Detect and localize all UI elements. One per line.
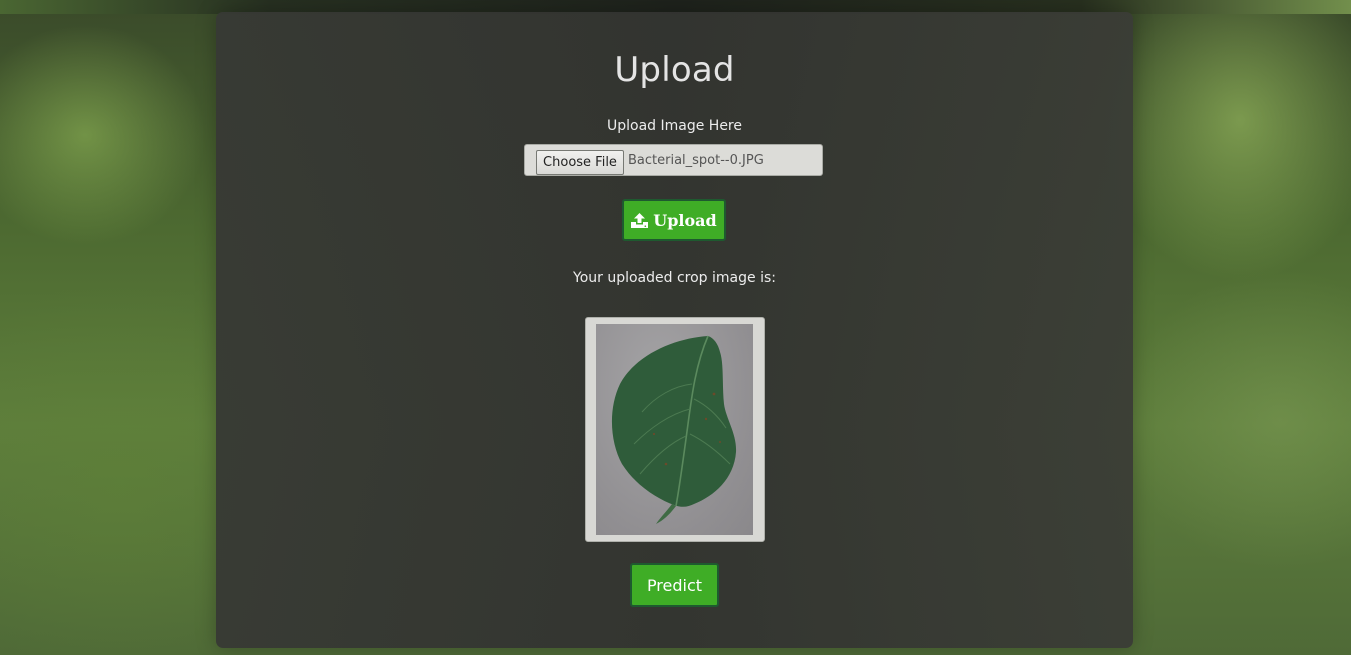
predict-button[interactable]: Predict [630,563,719,607]
upload-icon [631,212,649,228]
upload-panel: Upload Upload Image Here Choose File Bac… [216,12,1133,648]
page-title: Upload [614,50,735,90]
file-input[interactable]: Choose File Bacterial_spot--0.JPG [524,144,823,176]
upload-button[interactable]: Upload [622,199,726,241]
upload-button-label: Upload [653,210,717,230]
selected-file-name: Bacterial_spot--0.JPG [628,153,764,168]
upload-image-label: Upload Image Here [606,118,742,134]
uploaded-image-frame [585,317,765,542]
choose-file-button[interactable]: Choose File [536,150,624,175]
uploaded-image-caption: Your uploaded crop image is: [573,270,776,286]
leaf-illustration [611,335,737,524]
leaf-image [596,324,753,535]
